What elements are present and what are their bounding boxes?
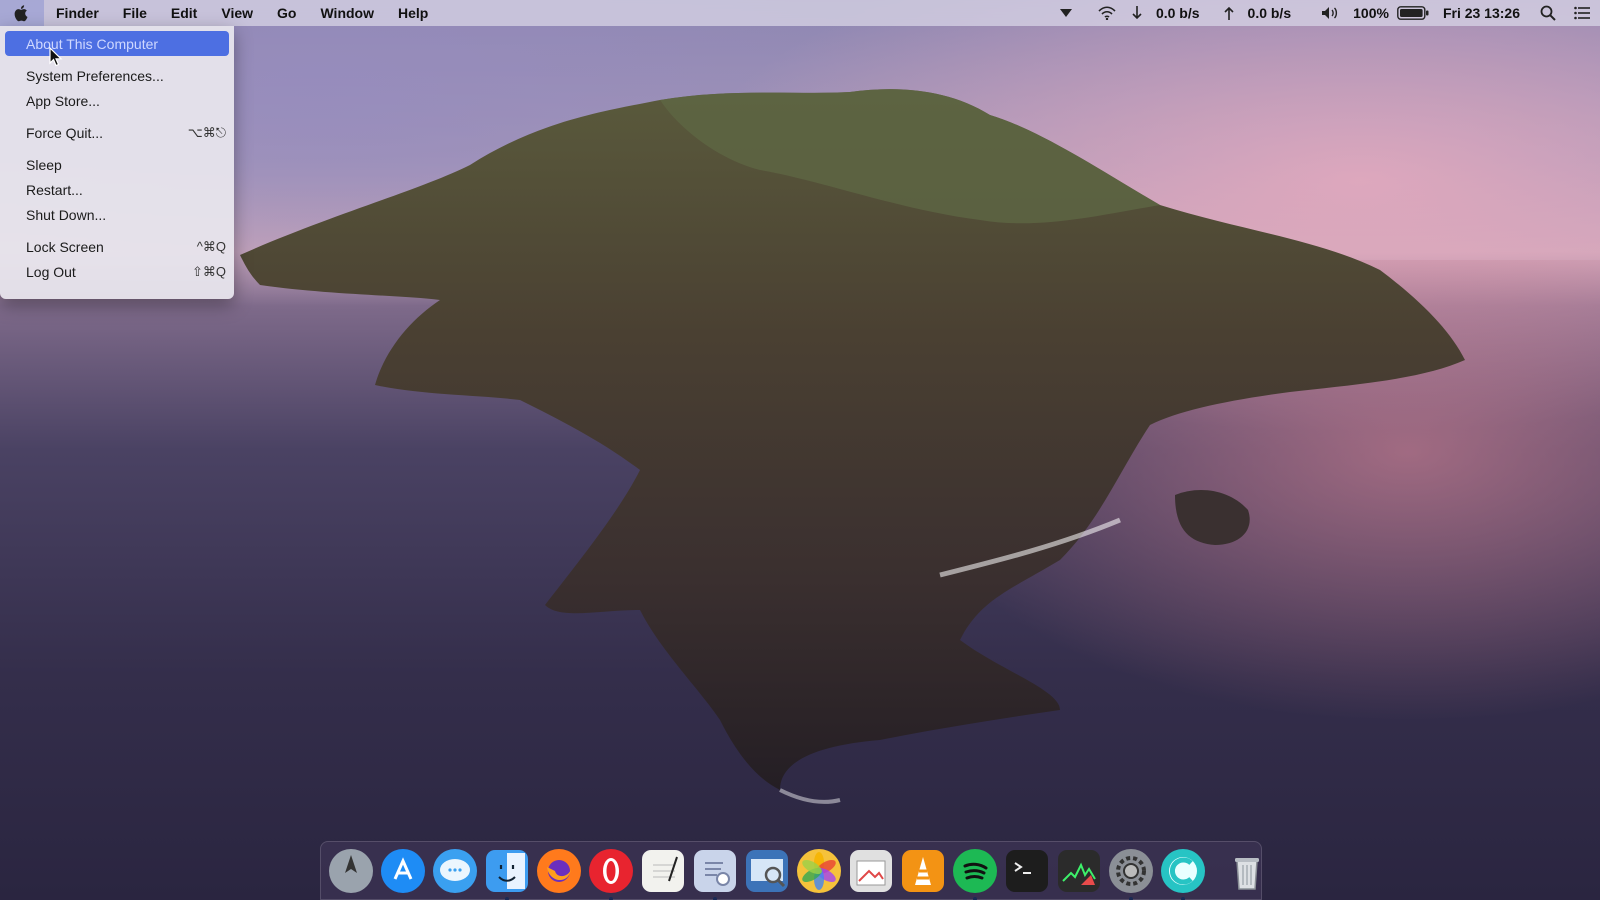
download-arrow-icon — [1132, 6, 1142, 20]
menu-item-about-this-computer[interactable]: About This Computer — [5, 31, 229, 56]
menu-bar: Finder File Edit View Go Window Help 0.0… — [0, 0, 1600, 26]
apple-menu-dropdown: About This Computer System Preferences..… — [0, 26, 234, 299]
menu-separator — [0, 113, 234, 120]
menu-item-label: Force Quit... — [26, 124, 104, 141]
menu-item-label: Restart... — [26, 181, 83, 198]
cleaner-icon — [1161, 848, 1205, 893]
menu-item-restart[interactable]: Restart... — [5, 177, 229, 202]
system-preferences-icon — [1109, 848, 1153, 893]
activity-monitor-icon — [1058, 849, 1100, 892]
battery-percent: 100% — [1353, 5, 1389, 21]
running-indicator — [505, 896, 509, 900]
vlc-icon — [902, 849, 944, 892]
photos-icon — [797, 848, 841, 893]
textedit-icon — [642, 849, 684, 892]
terminal-icon — [1006, 849, 1048, 892]
spotlight-search-icon[interactable] — [1540, 5, 1556, 21]
menu-window[interactable]: Window — [308, 0, 386, 26]
dock-item-textedit[interactable] — [639, 847, 687, 895]
opera-icon — [589, 848, 633, 893]
download-speed: 0.0 b/s — [1155, 5, 1200, 21]
dock-item-vlc[interactable] — [899, 847, 947, 895]
dock-item-terminal[interactable] — [1003, 847, 1051, 895]
wallpaper-island — [240, 89, 1465, 804]
menu-item-shortcut: ⌥⌘⎋ — [187, 124, 226, 140]
menu-item-label: Lock Screen — [26, 238, 104, 255]
running-indicator — [973, 896, 977, 900]
menu-item-label: About This Computer — [26, 35, 159, 52]
script-editor-icon — [694, 849, 736, 892]
menu-item-system-preferences[interactable]: System Preferences... — [5, 63, 229, 88]
menu-item-shortcut: ⇧⌘Q — [191, 263, 226, 279]
battery-icon[interactable] — [1397, 6, 1429, 20]
image-capture-icon — [850, 849, 892, 892]
menu-item-label: Sleep — [26, 156, 62, 173]
dock-item-preview[interactable] — [743, 847, 791, 895]
dock-item-system-preferences[interactable] — [1107, 847, 1155, 900]
notification-center-icon[interactable] — [1574, 6, 1590, 20]
menu-file[interactable]: File — [111, 0, 159, 26]
menu-item-label: Log Out — [26, 263, 76, 280]
apple-icon — [14, 5, 28, 22]
menu-item-label: System Preferences... — [26, 67, 164, 84]
menu-help[interactable]: Help — [386, 0, 440, 26]
dock-item-opera[interactable] — [587, 847, 635, 900]
firefox-icon — [537, 848, 581, 893]
dock-item-app-store[interactable] — [379, 847, 427, 895]
finder-icon — [486, 849, 528, 892]
running-indicator — [713, 896, 717, 900]
dock-item-photos[interactable] — [795, 847, 843, 895]
menu-item-label: Shut Down... — [26, 206, 107, 223]
trash-icon — [1235, 857, 1259, 890]
dock-item-launchpad[interactable] — [327, 847, 375, 895]
status-area: 0.0 b/s 0.0 b/s 100% Fri 23 13:26 — [1046, 0, 1600, 26]
menu-item-shut-down[interactable]: Shut Down... — [5, 202, 229, 227]
menu-clock[interactable]: Fri 23 13:26 — [1443, 5, 1520, 21]
menu-item-shortcut: ^⌘Q — [196, 238, 226, 254]
menu-item-lock-screen[interactable]: Lock Screen ^⌘Q — [5, 234, 229, 259]
menu-item-sleep[interactable]: Sleep — [5, 152, 229, 177]
menu-separator — [0, 145, 234, 152]
dock — [320, 841, 1262, 900]
messages-icon — [433, 848, 477, 893]
apple-menu-button[interactable] — [0, 0, 44, 26]
running-indicator — [1129, 896, 1133, 900]
running-indicator — [1181, 896, 1185, 900]
menu-item-app-store[interactable]: App Store... — [5, 88, 229, 113]
dock-item-spotify[interactable] — [951, 847, 999, 900]
dock-item-cleaner[interactable] — [1159, 847, 1207, 900]
volume-icon[interactable] — [1321, 6, 1339, 20]
launchpad-icon — [329, 848, 373, 893]
dock-item-script-editor[interactable] — [691, 847, 739, 900]
menu-view[interactable]: View — [209, 0, 265, 26]
spotify-icon — [953, 848, 997, 893]
dock-item-activity-monitor[interactable] — [1055, 847, 1103, 895]
menu-separator — [0, 227, 234, 234]
app-store-icon — [381, 848, 425, 893]
dropdown-triangle-icon[interactable] — [1059, 9, 1072, 17]
wifi-icon[interactable] — [1098, 6, 1116, 20]
upload-speed: 0.0 b/s — [1247, 5, 1292, 21]
menu-app-finder[interactable]: Finder — [44, 0, 111, 26]
dock-item-finder[interactable] — [483, 847, 531, 900]
dock-item-trash[interactable] — [1223, 847, 1271, 895]
menu-item-label: App Store... — [26, 92, 100, 109]
menu-edit[interactable]: Edit — [159, 0, 209, 26]
dock-item-image-capture[interactable] — [847, 847, 895, 895]
running-indicator — [609, 896, 613, 900]
menu-go[interactable]: Go — [265, 0, 308, 26]
mouse-cursor-icon — [49, 47, 63, 67]
dock-item-messages[interactable] — [431, 847, 479, 895]
preview-icon — [746, 849, 788, 892]
upload-arrow-icon — [1223, 6, 1234, 20]
menu-item-log-out[interactable]: Log Out ⇧⌘Q — [5, 259, 229, 284]
menu-item-force-quit[interactable]: Force Quit... ⌥⌘⎋ — [5, 120, 229, 145]
menu-separator — [0, 56, 234, 63]
dock-item-firefox[interactable] — [535, 847, 583, 895]
